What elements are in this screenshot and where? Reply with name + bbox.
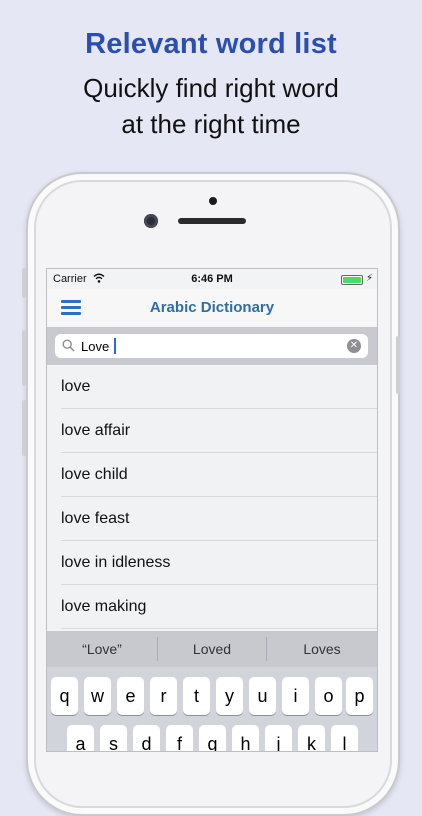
volume-up-button — [22, 330, 26, 386]
promo-subtitle-line-2: at the right time — [121, 109, 301, 139]
word-label: love making — [61, 598, 147, 615]
word-label: love in idleness — [61, 554, 171, 571]
status-bar: Carrier 6:46 PM ⚡ — [47, 269, 377, 289]
key-d[interactable]: d — [133, 725, 160, 751]
text-cursor — [114, 338, 116, 354]
word-list-item[interactable]: love feast — [47, 497, 377, 541]
key-u[interactable]: u — [249, 677, 276, 715]
clear-search-icon[interactable]: ✕ — [347, 339, 361, 353]
key-h[interactable]: h — [232, 725, 259, 751]
suggestion-quoted[interactable]: “Love” — [47, 631, 157, 667]
phone-screen: Carrier 6:46 PM ⚡ Arabic Dictionary ✕ lo… — [46, 268, 378, 752]
volume-down-button — [22, 400, 26, 456]
key-y[interactable]: y — [216, 677, 243, 715]
key-o[interactable]: o — [315, 677, 342, 715]
power-button — [396, 336, 400, 394]
key-q[interactable]: q — [51, 677, 78, 715]
keyboard: q w e r t y u i o p a s d f g h j k l — [47, 667, 377, 751]
charging-bolt-icon: ⚡ — [365, 273, 373, 284]
key-s[interactable]: s — [100, 725, 127, 751]
suggestion-loved[interactable]: Loved — [158, 631, 266, 667]
search-input[interactable] — [81, 337, 341, 355]
word-label: love affair — [61, 422, 131, 439]
promo-subtitle: Quickly find right word at the right tim… — [0, 70, 422, 142]
key-p[interactable]: p — [346, 677, 373, 715]
word-list-item[interactable]: love making — [47, 585, 377, 629]
key-r[interactable]: r — [150, 677, 177, 715]
front-camera — [144, 214, 158, 228]
key-g[interactable]: g — [199, 725, 226, 751]
word-label: love — [61, 378, 91, 395]
mute-switch — [22, 268, 26, 298]
suggestion-loves[interactable]: Loves — [267, 631, 377, 667]
search-icon — [62, 339, 75, 352]
key-f[interactable]: f — [166, 725, 193, 751]
status-time: 6:46 PM — [191, 273, 233, 285]
promo-title: Relevant word list — [85, 28, 337, 60]
key-t[interactable]: t — [183, 677, 210, 715]
word-list-item[interactable]: love child — [47, 453, 377, 497]
promo-subtitle-line-1: Quickly find right word — [83, 73, 339, 103]
key-j[interactable]: j — [265, 725, 292, 751]
navigation-bar: Arabic Dictionary — [47, 289, 377, 327]
app-title: Arabic Dictionary — [149, 299, 275, 316]
key-i[interactable]: i — [282, 677, 309, 715]
word-list-item[interactable]: love in idleness — [47, 541, 377, 585]
word-list: love love affair love child love feast l… — [47, 365, 377, 629]
word-list-item[interactable]: love — [47, 365, 377, 409]
key-l[interactable]: l — [331, 725, 358, 751]
word-list-item[interactable]: love affair — [47, 409, 377, 453]
key-w[interactable]: w — [84, 677, 111, 715]
key-e[interactable]: e — [117, 677, 144, 715]
earpiece-speaker — [178, 218, 246, 224]
search-field-container[interactable]: ✕ — [55, 334, 368, 358]
key-k[interactable]: k — [298, 725, 325, 751]
search-bar: ✕ — [47, 327, 377, 365]
key-a[interactable]: a — [67, 725, 94, 751]
predictive-text-bar: “Love” Loved Loves — [47, 631, 377, 667]
proximity-sensor — [209, 197, 217, 205]
word-label: love child — [61, 466, 128, 483]
word-label: love feast — [61, 510, 130, 527]
battery-icon — [341, 275, 363, 285]
